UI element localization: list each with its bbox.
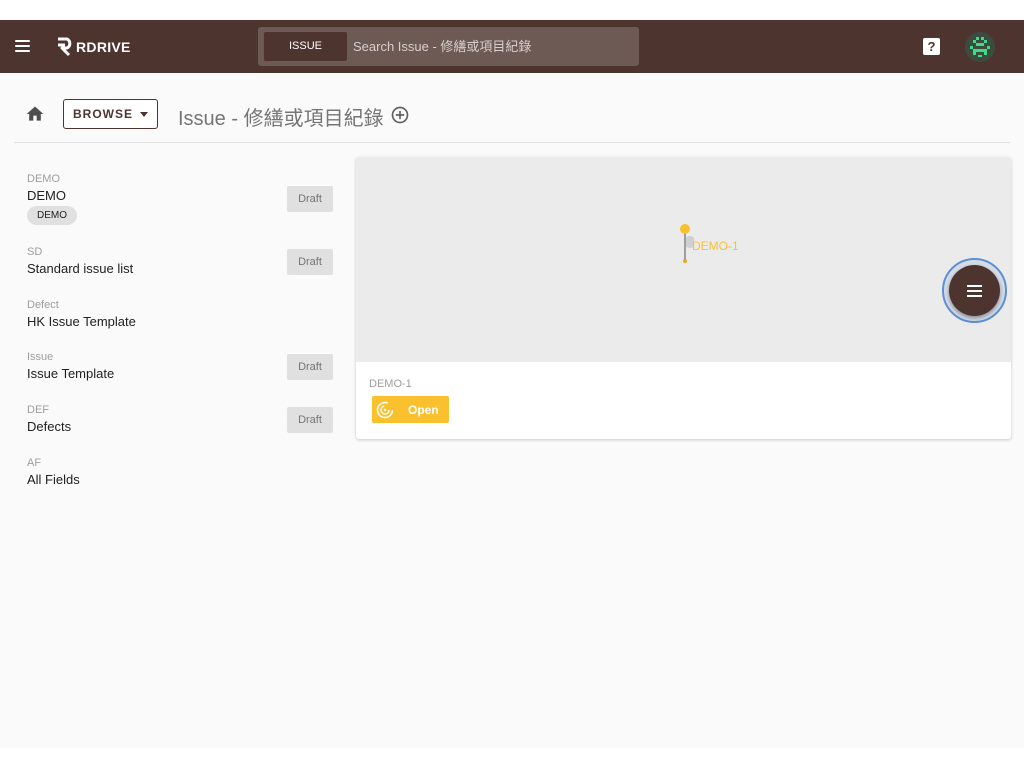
draft-badge: Draft [287,407,333,433]
help-icon[interactable]: ? [923,38,940,55]
template-code: Issue [27,351,54,363]
template-item-def[interactable]: DEF Defects Draft [14,404,344,444]
template-item-defect[interactable]: Defect HK Issue Template [14,299,344,339]
browse-button-label: BROWSE [73,107,133,121]
template-tag: DEMO [27,206,77,225]
template-name: HK Issue Template [27,314,136,329]
template-code: SD [27,246,43,258]
floorplan-map[interactable]: DEMO-1 [356,157,1011,362]
avatar[interactable] [965,32,995,62]
search-input[interactable] [353,32,633,61]
home-icon[interactable] [25,104,45,124]
template-name: Standard issue list [27,261,134,276]
caret-down-icon [140,111,148,117]
search-scope-button[interactable]: ISSUE [264,32,347,61]
template-item-demo[interactable]: DEMO DEMO DEMO Draft [14,173,344,228]
app-logo[interactable]: RDRIVE [56,36,131,58]
app-bar: RDRIVE ISSUE ? [0,20,1024,73]
template-item-af[interactable]: AF All Fields [14,457,344,497]
template-code: AF [27,457,42,469]
app-logo-text: RDRIVE [76,39,131,55]
issue-card[interactable]: DEMO-1 DEMO-1 Open [356,157,1011,439]
menu-icon[interactable] [12,35,34,57]
template-name: DEMO [27,188,66,203]
status-label: Open [408,402,439,417]
template-item-sd[interactable]: SD Standard issue list Draft [14,246,344,286]
template-name: Defects [27,419,72,434]
template-code: Defect [27,299,59,311]
template-name: All Fields [27,472,80,487]
divider [14,142,1010,143]
browse-button[interactable]: BROWSE [63,99,158,129]
template-code: DEMO [27,173,60,185]
page-title: Issue - 修繕或項目紀錄 [178,108,384,130]
fab-menu-button[interactable] [949,265,1000,316]
identicon-icon [965,32,995,62]
status-badge: Open [372,396,449,423]
template-code: DEF [27,404,49,416]
search-bar: ISSUE [258,27,639,66]
issue-code: DEMO-1 [369,378,412,390]
template-name: Issue Template [27,366,115,381]
draft-badge: Draft [287,354,333,380]
pin-label: DEMO-1 [692,239,739,253]
rdrive-logo-icon [58,37,72,57]
status-open-icon [376,401,394,418]
template-item-issue[interactable]: Issue Issue Template Draft [14,351,344,391]
draft-badge: Draft [287,249,333,275]
main-content: BROWSE Issue - 修繕或項目紀錄 DEMO DEMO DEMO Dr… [0,73,1024,748]
draft-badge: Draft [287,186,333,212]
add-circle-icon[interactable] [390,105,410,125]
